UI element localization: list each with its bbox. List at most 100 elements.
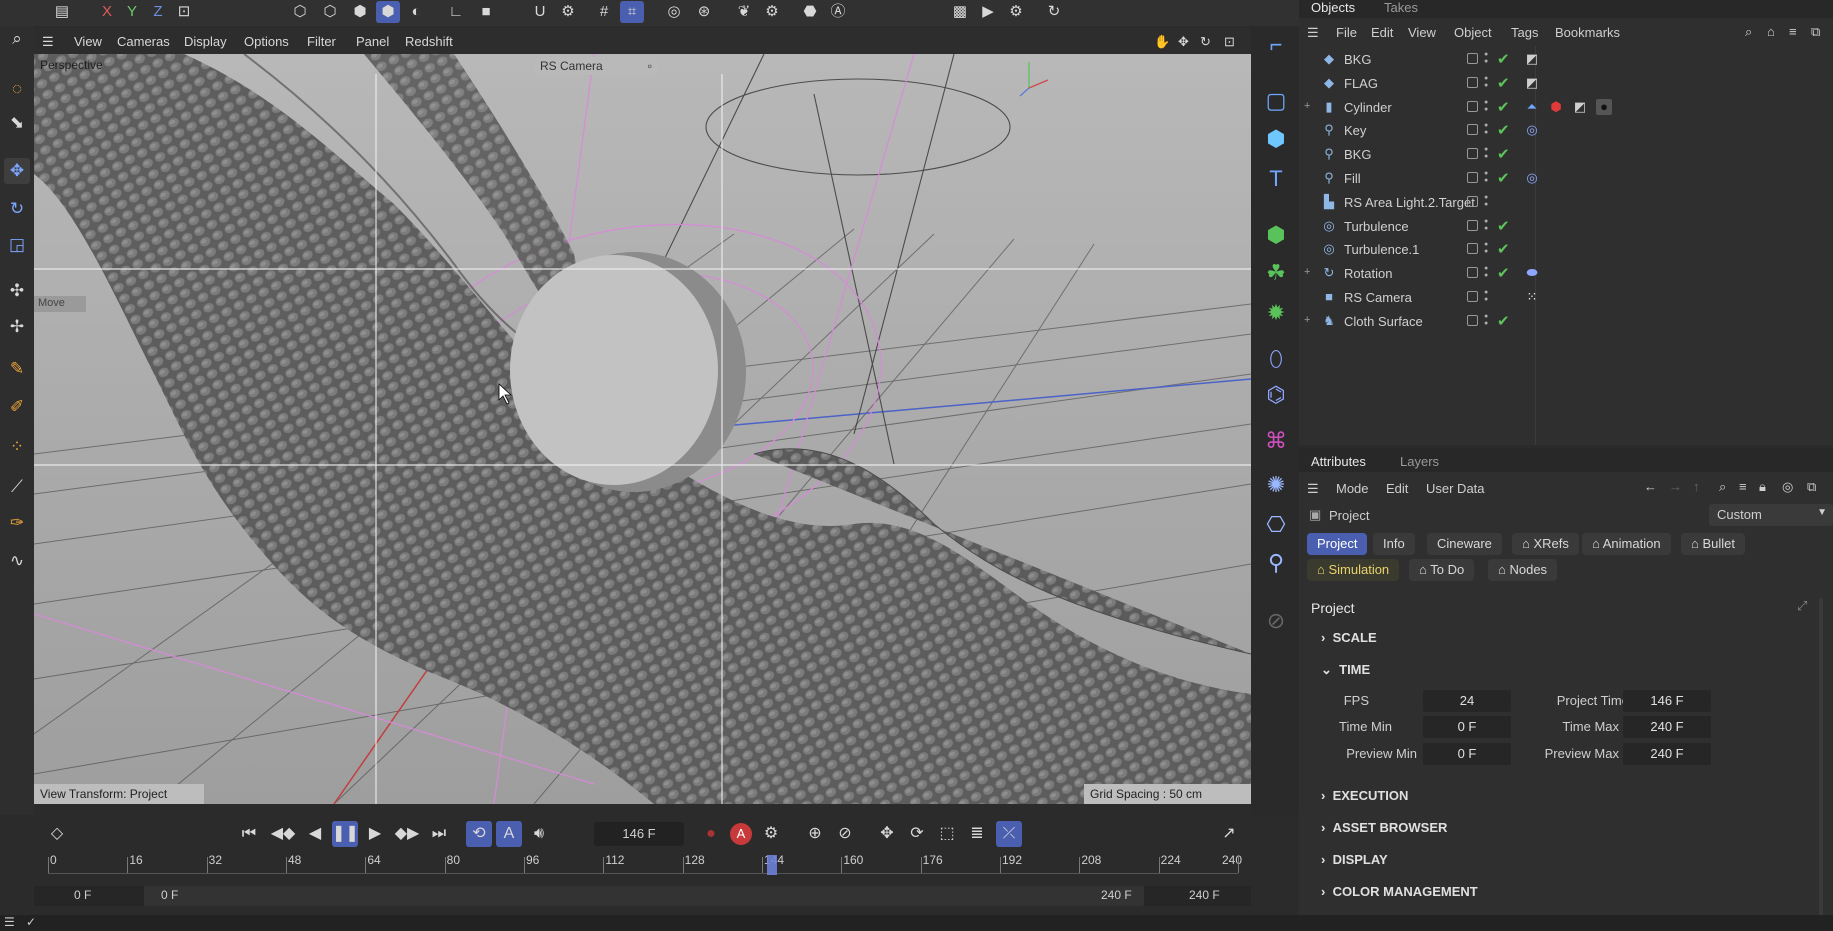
menu-tags[interactable]: Tags	[1511, 25, 1538, 40]
object-row[interactable]: ⚲ Key ● ● ✔ ◎	[1299, 119, 1833, 143]
render-settings-2-icon[interactable]: ⚙	[1004, 1, 1028, 23]
chip-info[interactable]: Info	[1373, 533, 1415, 555]
start-frame-field[interactable]: 0 F	[74, 888, 91, 902]
extra-tool-icon[interactable]: ⊘	[1261, 606, 1291, 636]
menu-edit[interactable]: Edit	[1386, 481, 1408, 496]
editor-visibility-icon[interactable]	[1467, 172, 1478, 183]
search-icon[interactable]: ⌕	[4, 26, 30, 52]
target-tag-icon[interactable]: ◎	[1524, 170, 1540, 186]
menu-bookmarks[interactable]: Bookmarks	[1555, 25, 1620, 40]
enabled-check-icon[interactable]: ✔	[1497, 240, 1510, 258]
editor-visibility-icon[interactable]	[1467, 314, 1478, 326]
render-picture-queue-icon[interactable]: ⬣	[798, 1, 822, 23]
3d-viewport[interactable]: Perspective RS Camera ▫ Move View Transfo…	[34, 54, 1251, 804]
rotate-icon[interactable]: ↻	[4, 196, 30, 222]
chip-todo[interactable]: ⌂ To Do	[1409, 559, 1475, 581]
visibility-dots-icon[interactable]: ● ●	[1484, 313, 1490, 327]
chip-cineware[interactable]: Cineware	[1427, 533, 1502, 555]
rotation-tag-icon[interactable]: ⬬	[1524, 265, 1540, 281]
menu-view[interactable]: View	[74, 34, 102, 49]
group-execution[interactable]: › EXECUTION	[1321, 788, 1408, 803]
x-axis-icon[interactable]: X	[95, 1, 119, 23]
render-view-icon[interactable]: ▶	[976, 1, 1000, 23]
grid-icon[interactable]: #	[592, 1, 616, 23]
object-mode-icon[interactable]: ⬢	[376, 1, 400, 23]
field-icon[interactable]: ⌬	[1261, 380, 1291, 410]
object-row[interactable]: + ↻ Rotation ● ● ✔ ⬬	[1299, 262, 1833, 286]
object-name[interactable]: Rotation	[1344, 266, 1392, 281]
new-window-icon[interactable]: ⧉	[1811, 24, 1820, 40]
previous-key-icon[interactable]: ◀◆	[270, 821, 296, 847]
coordinate-icon[interactable]: ⊡	[172, 1, 196, 23]
object-row[interactable]: ⚲ Fill ● ● ✔ ◎	[1299, 167, 1833, 191]
sound-icon[interactable]: 🔊︎	[526, 821, 552, 847]
material-black-tag-icon[interactable]: ●	[1596, 98, 1612, 115]
hamburger-icon[interactable]: ☰	[42, 34, 54, 50]
solo-icon[interactable]: ■	[474, 1, 498, 23]
snap-settings-icon[interactable]: ⚙	[556, 1, 580, 23]
next-frame-icon[interactable]: ▶	[362, 821, 388, 847]
group-time[interactable]: ⌄ TIME	[1321, 662, 1370, 678]
enabled-check-icon[interactable]: ✔	[1497, 264, 1510, 282]
preview-max-field[interactable]: 240 F	[1623, 743, 1711, 765]
knife-icon[interactable]: ✑	[4, 510, 30, 536]
editor-visibility-icon[interactable]	[1467, 53, 1478, 64]
camera-lock-icon[interactable]: ▫	[648, 59, 652, 73]
object-name[interactable]: Cylinder	[1344, 100, 1392, 115]
editor-visibility-icon[interactable]	[1467, 100, 1478, 112]
camera-icon[interactable]: ⎔	[1261, 510, 1291, 540]
target-tag-icon[interactable]: ◎	[1524, 122, 1540, 138]
object-name[interactable]: RS Area Light.2.Target	[1344, 195, 1475, 210]
object-name[interactable]: BKG	[1344, 52, 1371, 67]
playback-mode-button[interactable]: A	[496, 821, 522, 847]
enabled-check-icon[interactable]: ✔	[1497, 98, 1510, 116]
key-pla-icon[interactable]: ≣	[964, 821, 990, 847]
object-name[interactable]: Key	[1344, 123, 1366, 138]
visibility-dots-icon[interactable]: ● ●	[1484, 265, 1490, 279]
go-to-end-icon[interactable]: ⏭	[426, 821, 452, 847]
dolly-icon[interactable]: ✥	[1178, 34, 1189, 50]
hamburger-icon[interactable]: ☰	[1307, 25, 1319, 41]
light-icon[interactable]: ✺	[1261, 470, 1291, 500]
menu-object[interactable]: Object	[1454, 25, 1492, 40]
expand-icon[interactable]: +	[1304, 100, 1310, 112]
fps-field[interactable]: 24	[1423, 690, 1511, 712]
timeline-expand-icon[interactable]: ↗	[1216, 821, 1242, 847]
time-max-field[interactable]: 240 F	[1623, 716, 1711, 738]
menu-edit[interactable]: Edit	[1371, 25, 1393, 40]
film-icon[interactable]: ▤	[50, 1, 74, 23]
render-region-icon[interactable]: ◎	[662, 1, 686, 23]
group-display[interactable]: › DISPLAY	[1321, 852, 1388, 867]
preview-start-field[interactable]: 0 F	[161, 888, 178, 902]
enabled-check-icon[interactable]: ✔	[1497, 121, 1510, 139]
timeline-ruler[interactable]: 0163248648096112128144160176192208224240	[48, 853, 1242, 875]
autokey-icon[interactable]: A	[728, 821, 754, 847]
back-arrow-icon[interactable]: ←	[1644, 479, 1657, 494]
menu-icon[interactable]: ☰	[4, 915, 15, 929]
snap-grid-icon[interactable]: ⌗	[620, 1, 644, 23]
point-mode-icon[interactable]: ⬡	[288, 1, 312, 23]
sketch-icon[interactable]: ✐	[4, 394, 30, 420]
pause-button[interactable]: ❚❚	[332, 821, 359, 847]
text-icon[interactable]: T	[1261, 164, 1291, 194]
visibility-dots-icon[interactable]: ● ●	[1484, 146, 1490, 160]
object-row[interactable]: + ▮ Cylinder ● ● ✔ ⏶ ⬢ ◩ ●	[1299, 96, 1833, 120]
expand-icon[interactable]: +	[1304, 266, 1310, 278]
key-point-icon[interactable]: ⤫	[996, 821, 1022, 847]
enabled-check-icon[interactable]: ✔	[1497, 145, 1510, 163]
object-row[interactable]: ◆ BKG ● ● ✔ ◩	[1299, 48, 1833, 72]
object-row[interactable]: ◎ Turbulence.1 ● ● ✔	[1299, 238, 1833, 262]
key-rotation-icon[interactable]: ⊘	[832, 821, 858, 847]
generator-icon[interactable]: ⬢	[1261, 220, 1291, 250]
render-settings-icon[interactable]: ⊛	[692, 1, 716, 23]
brush-icon[interactable]: ⟋	[4, 474, 30, 500]
z-axis-icon[interactable]: Z	[146, 1, 170, 23]
material-red-tag-icon[interactable]: ⬢	[1548, 99, 1564, 115]
time-min-field[interactable]: 0 F	[1423, 716, 1511, 738]
volume-icon[interactable]: ⌘	[1261, 426, 1291, 456]
expand-panel-icon[interactable]: ⤢	[1797, 598, 1807, 614]
tab-attributes[interactable]: Attributes	[1311, 454, 1366, 469]
visibility-dots-icon[interactable]: ● ●	[1484, 218, 1490, 232]
key-scale-icon[interactable]: ⟳	[904, 821, 930, 847]
visibility-dots-icon[interactable]: ● ●	[1484, 99, 1490, 113]
